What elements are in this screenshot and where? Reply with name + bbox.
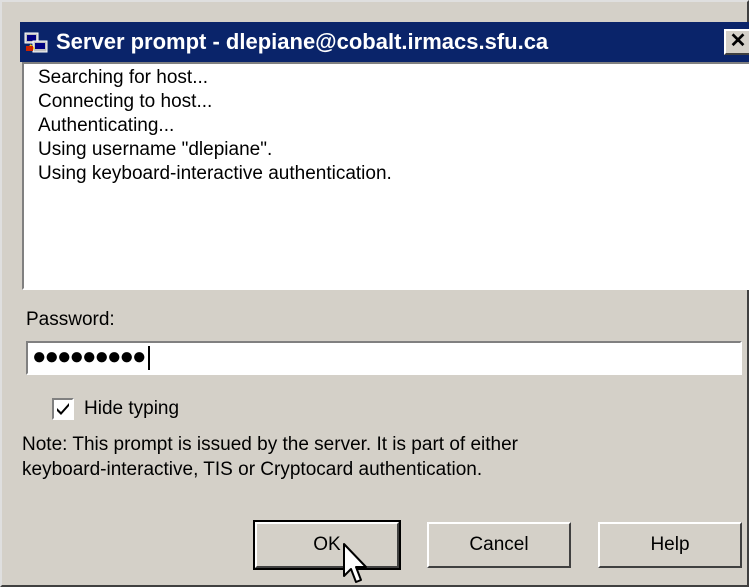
password-masked-value: ●●●●●●●●● [32, 343, 146, 370]
window-title: Server prompt - dlepiane@cobalt.irmacs.s… [56, 29, 549, 54]
password-label: Password: [26, 309, 115, 330]
hide-typing-label[interactable]: Hide typing [84, 397, 179, 421]
note-text-line-1: Note: This prompt is issued by the serve… [22, 434, 518, 455]
close-button[interactable]: ✕ [724, 29, 749, 55]
help-button[interactable]: Help [598, 522, 742, 568]
log-line: Authenticating... [38, 115, 175, 136]
session-log: Searching for host... Connecting to host… [22, 62, 749, 290]
text-caret [148, 345, 151, 370]
close-icon: ✕ [729, 30, 747, 52]
log-line: Searching for host... [38, 67, 209, 88]
hide-typing-checkbox[interactable] [52, 398, 74, 420]
note-text-line-2: keyboard-interactive, TIS or Cryptocard … [22, 459, 483, 480]
log-line: Using username "dlepiane". [38, 139, 273, 160]
cancel-button[interactable]: Cancel [427, 522, 571, 568]
checkmark-icon [57, 403, 69, 415]
ok-button[interactable]: OK [253, 520, 401, 570]
mouse-pointer-icon [343, 543, 367, 583]
putty-app-icon [24, 32, 48, 53]
password-field[interactable]: ●●●●●●●●● [26, 341, 742, 375]
log-line: Using keyboard-interactive authenticatio… [38, 163, 392, 184]
server-prompt-dialog: Server prompt - dlepiane@cobalt.irmacs.s… [0, 0, 749, 587]
log-line: Connecting to host... [38, 91, 213, 112]
title-bar[interactable]: Server prompt - dlepiane@cobalt.irmacs.s… [20, 22, 749, 62]
